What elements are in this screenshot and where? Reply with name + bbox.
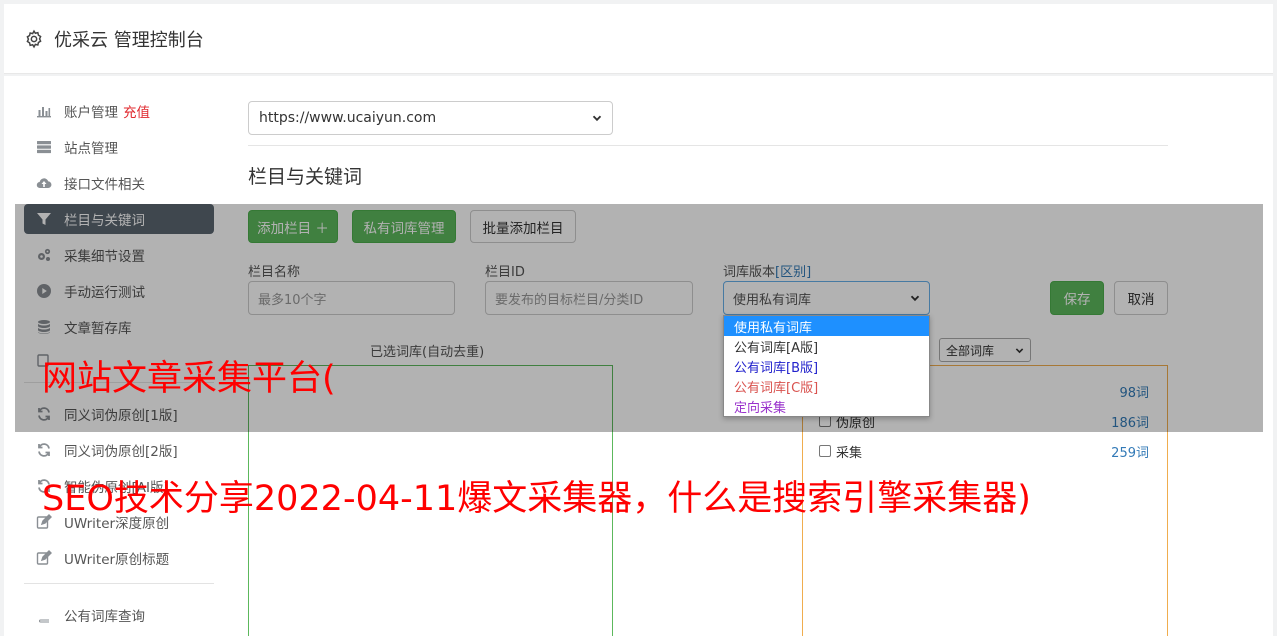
chevron-down-icon	[592, 115, 602, 122]
sidebar-item-synonym-v2[interactable]: 同义词伪原创[2版]	[24, 435, 214, 465]
sidebar-item-sites[interactable]: 站点管理	[24, 132, 214, 162]
dropdown-option-public-b[interactable]: 公有词库[B版]	[724, 356, 929, 376]
sidebar-item-label: 同义词伪原创[2版]	[64, 444, 178, 460]
checkbox[interactable]	[819, 445, 831, 457]
page-header: 优采云 管理控制台	[4, 4, 1273, 74]
overlay-caption-line2: SEO技术分享2022-04-11爆文采集器，什么是搜索引擎采集器)	[42, 479, 1031, 519]
section-title: 栏目与关键词	[248, 166, 363, 188]
sidebar-item-label: 账户管理	[64, 105, 118, 121]
page-title: 优采云 管理控制台	[54, 29, 204, 51]
sidebar-item-label: 站点管理	[64, 141, 118, 157]
sidebar-item-uwriter-title[interactable]: UWriter原创标题	[24, 543, 214, 573]
sidebar-item-interface[interactable]: 接口文件相关	[24, 168, 214, 198]
server-icon	[36, 139, 52, 155]
site-select-value: https://www.ucaiyun.com	[259, 110, 437, 126]
lib-version-dropdown: 使用私有词库 公有词库[A版] 公有词库[B版] 公有词库[C版] 定向采集	[723, 315, 930, 417]
lib-count: 259词	[1111, 445, 1149, 461]
sidebar-item-label: 接口文件相关	[64, 177, 145, 193]
dropdown-option-public-a[interactable]: 公有词库[A版]	[724, 336, 929, 356]
lib-name: 采集	[836, 445, 863, 461]
sidebar-divider	[24, 583, 214, 584]
bar-chart-icon	[36, 103, 52, 119]
edit-icon	[36, 550, 52, 566]
site-select[interactable]: https://www.ucaiyun.com	[248, 101, 613, 135]
dropdown-option-private[interactable]: 使用私有词库	[724, 316, 929, 336]
sidebar-item-public-lib[interactable]: 公有词库查询	[24, 600, 214, 630]
book-icon	[36, 607, 52, 623]
sidebar-item-account[interactable]: 账户管理 充值	[24, 96, 214, 126]
sidebar-item-label: UWriter原创标题	[64, 552, 170, 568]
dropdown-option-directed[interactable]: 定向采集	[724, 396, 929, 416]
refresh-icon	[36, 442, 52, 458]
gear-icon	[26, 29, 42, 48]
list-item[interactable]: 采集 259词	[819, 441, 1149, 461]
section-divider	[248, 145, 1168, 146]
dropdown-option-public-c[interactable]: 公有词库[C版]	[724, 376, 929, 396]
overlay-caption-line1: 网站文章采集平台(	[42, 359, 336, 399]
sidebar-item-label: 公有词库查询	[64, 609, 145, 625]
cloud-upload-icon	[36, 175, 52, 191]
recharge-link[interactable]: 充值	[123, 101, 150, 121]
